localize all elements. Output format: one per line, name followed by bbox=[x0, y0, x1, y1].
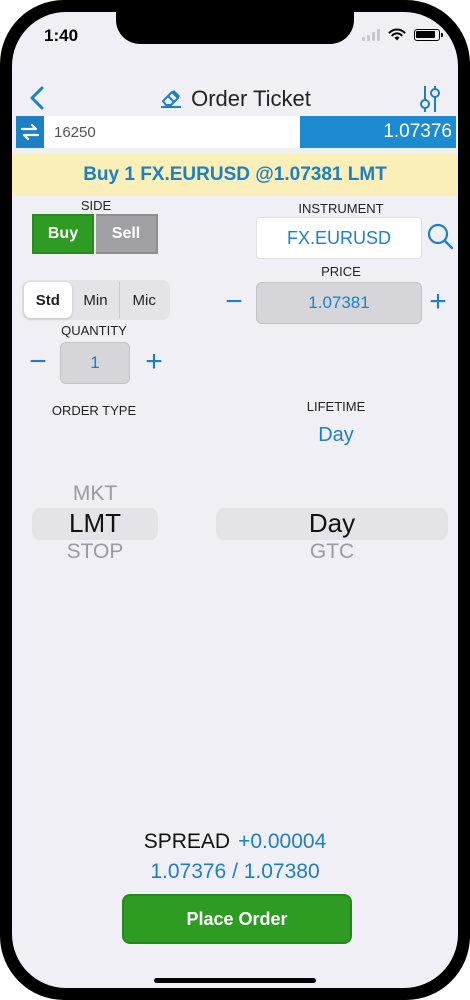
quantity-field[interactable]: 1 bbox=[60, 342, 130, 384]
instrument-field[interactable]: FX.EURUSD bbox=[256, 217, 422, 259]
price-field[interactable]: 1.07381 bbox=[256, 282, 422, 324]
page-title: Order Ticket bbox=[12, 86, 458, 112]
spread-value: +0.00004 bbox=[238, 830, 327, 853]
lifetime-value: Day bbox=[318, 424, 354, 446]
lifetime-option-gtc[interactable]: GTC bbox=[216, 540, 448, 564]
price-increment-button[interactable]: + bbox=[426, 287, 450, 317]
lifetime-label: LIFETIME bbox=[306, 399, 366, 414]
home-indicator[interactable] bbox=[154, 978, 316, 983]
notch bbox=[116, 12, 354, 44]
position-quantity: 16250 bbox=[54, 124, 96, 141]
status-time: 1:40 bbox=[44, 26, 79, 45]
signal-icon bbox=[362, 28, 380, 41]
order-type-option-mkt[interactable]: MKT bbox=[32, 482, 158, 506]
order-type-label: ORDER TYPE bbox=[51, 403, 137, 418]
size-type-mic[interactable]: Mic bbox=[119, 282, 168, 318]
phone-frame: 1:40 Order Ticket 16250 1.07376 Buy 1 FX… bbox=[0, 0, 470, 1000]
size-type-segmented-control: Std Min Mic bbox=[22, 280, 170, 320]
price-decrement-button[interactable]: − bbox=[222, 287, 246, 317]
lifetime-option-day[interactable]: Day bbox=[216, 508, 448, 539]
settings-sliders-icon[interactable] bbox=[416, 84, 444, 114]
quantity-increment-button[interactable]: + bbox=[142, 347, 166, 377]
size-type-min[interactable]: Min bbox=[72, 282, 120, 318]
screen: 1:40 Order Ticket 16250 1.07376 Buy 1 FX… bbox=[12, 12, 458, 988]
sell-button[interactable]: Sell bbox=[96, 214, 158, 254]
size-type-std[interactable]: Std bbox=[24, 282, 72, 318]
eraser-icon bbox=[161, 90, 182, 108]
search-icon[interactable] bbox=[426, 222, 454, 250]
spread-label: SPREAD bbox=[143, 830, 231, 853]
side-segmented-control: Buy Sell bbox=[32, 214, 158, 254]
spread-row: SPREAD +0.00004 bbox=[12, 830, 458, 854]
swap-arrows-icon bbox=[20, 123, 40, 141]
order-type-option-stop[interactable]: STOP bbox=[32, 540, 158, 564]
page-title-text: Order Ticket bbox=[191, 86, 311, 111]
place-order-button[interactable]: Place Order bbox=[122, 894, 352, 944]
price-label: PRICE bbox=[321, 264, 361, 279]
bid-ask-prices: 1.07376 / 1.07380 bbox=[150, 860, 320, 883]
battery-icon bbox=[414, 28, 443, 41]
buy-button[interactable]: Buy bbox=[32, 214, 94, 254]
side-label: SIDE bbox=[80, 198, 112, 213]
quantity-decrement-button[interactable]: − bbox=[26, 347, 50, 377]
market-price: 1.07376 bbox=[300, 116, 456, 148]
status-icons bbox=[362, 28, 443, 41]
quote-bar: 16250 1.07376 bbox=[16, 116, 456, 148]
order-type-option-lmt[interactable]: LMT bbox=[32, 508, 158, 539]
wifi-icon bbox=[388, 28, 406, 41]
quantity-label: QUANTITY bbox=[61, 323, 127, 338]
order-summary: Buy 1 FX.EURUSD @1.07381 LMT bbox=[12, 154, 458, 196]
swap-button[interactable] bbox=[16, 116, 44, 148]
instrument-label: INSTRUMENT bbox=[298, 201, 384, 216]
